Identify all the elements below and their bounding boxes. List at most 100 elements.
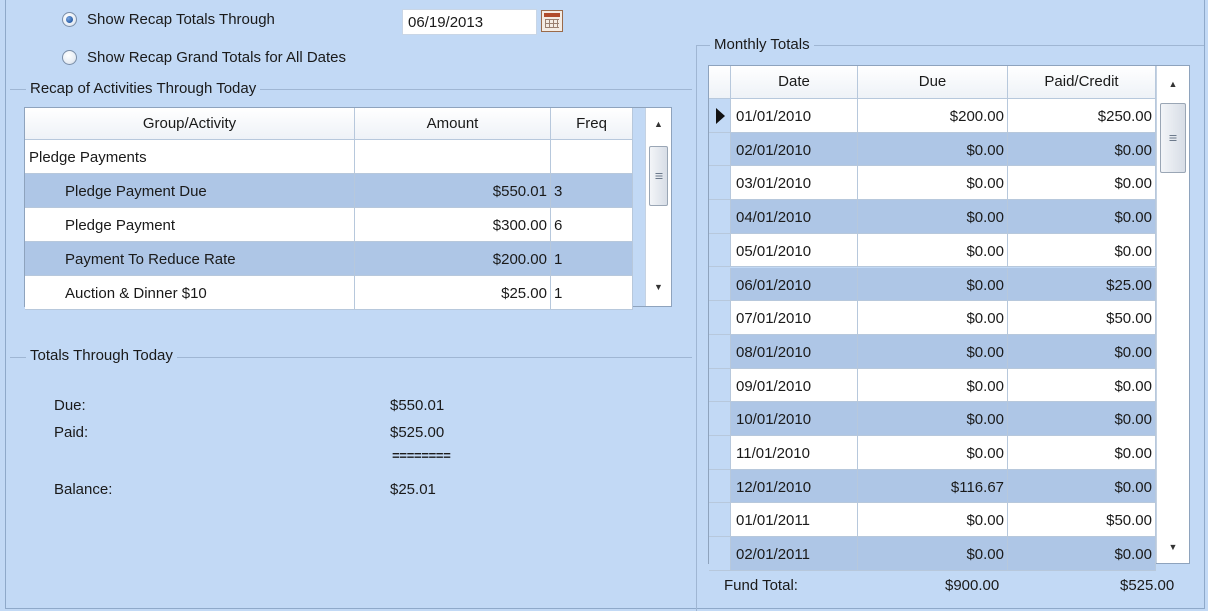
fund-total-paid: $525.00 xyxy=(1120,577,1175,594)
monthly-cell-due: $0.00 xyxy=(858,301,1008,335)
monthly-cell-paid: $0.00 xyxy=(1008,200,1156,234)
scroll-thumb[interactable] xyxy=(1160,103,1186,173)
recap-title: Recap of Activities Through Today xyxy=(26,80,261,97)
monthly-cell-paid: $50.00 xyxy=(1008,503,1156,538)
recap-col-header[interactable]: Group/Activity xyxy=(25,108,355,140)
recap-cell-activity: Pledge Payment Due xyxy=(25,174,355,208)
monthly-cell-date: 08/01/2010 xyxy=(731,334,858,369)
monthly-cell-paid: $250.00 xyxy=(1008,99,1156,133)
row-header[interactable] xyxy=(709,132,731,167)
recap-cell-freq: 3 xyxy=(551,174,633,208)
monthly-cell-paid: $0.00 xyxy=(1008,436,1156,470)
monthly-cell-date: 10/01/2010 xyxy=(731,402,858,436)
balance-label: Balance: xyxy=(54,481,113,498)
monthly-cell-due: $0.00 xyxy=(858,402,1008,436)
monthly-col-header[interactable]: Date xyxy=(731,66,858,99)
scroll-thumb[interactable] xyxy=(649,146,668,206)
grip-icon xyxy=(655,173,662,179)
monthly-cell-date: 09/01/2010 xyxy=(731,368,858,403)
monthly-cell-date: 11/01/2010 xyxy=(731,436,858,470)
due-value: $550.01 xyxy=(390,397,445,414)
monthly-cell-due: $116.67 xyxy=(858,469,1008,504)
recap-cell-freq: 1 xyxy=(551,276,633,310)
monthly-scrollbar[interactable]: ▲ ▼ xyxy=(1156,66,1189,563)
calendar-icon[interactable] xyxy=(541,10,563,32)
recap-through-label: Show Recap Totals Through xyxy=(87,11,275,28)
recap-col-header[interactable]: Freq xyxy=(551,108,633,140)
recap-cell-amount: $200.00 xyxy=(355,242,551,276)
monthly-cell-paid: $0.00 xyxy=(1008,132,1156,167)
monthly-cell-due: $0.00 xyxy=(858,368,1008,403)
monthly-cell-date: 05/01/2010 xyxy=(731,233,858,268)
monthly-cell-date: 01/01/2010 xyxy=(731,99,858,133)
row-header[interactable] xyxy=(709,99,731,133)
recap-cell-activity: Payment To Reduce Rate xyxy=(25,242,355,276)
row-header[interactable] xyxy=(709,334,731,369)
recap-cell-freq: 6 xyxy=(551,208,633,242)
monthly-cell-due: $0.00 xyxy=(858,436,1008,470)
recap-cell-activity: Pledge Payments xyxy=(25,140,355,174)
row-header[interactable] xyxy=(709,402,731,436)
monthly-cell-due: $0.00 xyxy=(858,166,1008,201)
monthly-cell-paid: $0.00 xyxy=(1008,233,1156,268)
row-header[interactable] xyxy=(709,233,731,268)
monthly-cell-date: 01/01/2011 xyxy=(731,503,858,538)
fund-total-label: Fund Total: xyxy=(724,577,798,594)
scroll-down-icon[interactable]: ▼ xyxy=(1157,536,1189,558)
monthly-cell-date: 12/01/2010 xyxy=(731,469,858,504)
row-header[interactable] xyxy=(709,267,731,302)
monthly-cell-date: 07/01/2010 xyxy=(731,301,858,335)
monthly-cell-paid: $0.00 xyxy=(1008,368,1156,403)
monthly-cell-due: $0.00 xyxy=(858,233,1008,268)
monthly-title: Monthly Totals xyxy=(710,36,814,53)
monthly-cell-paid: $0.00 xyxy=(1008,334,1156,369)
recap-cell-freq xyxy=(551,140,633,174)
recap-col-header[interactable]: Amount xyxy=(355,108,551,140)
monthly-cell-date: 02/01/2010 xyxy=(731,132,858,167)
grand-totals-label: Show Recap Grand Totals for All Dates xyxy=(87,49,347,66)
monthly-cell-due: $200.00 xyxy=(858,99,1008,133)
monthly-cell-date: 03/01/2010 xyxy=(731,166,858,201)
grand-totals-option[interactable]: Show Recap Grand Totals for All Dates xyxy=(62,49,346,66)
row-header[interactable] xyxy=(709,469,731,504)
monthly-cell-date: 02/01/2011 xyxy=(731,537,858,571)
recap-date-input[interactable]: 06/19/2013 xyxy=(402,9,537,35)
row-header[interactable] xyxy=(709,436,731,470)
scroll-down-icon[interactable]: ▼ xyxy=(646,276,671,298)
monthly-cell-paid: $0.00 xyxy=(1008,166,1156,201)
row-header[interactable] xyxy=(709,537,731,571)
recap-table: Group/Activity Amount Freq Pledge Payments P… xyxy=(24,107,672,310)
monthly-cell-due: $0.00 xyxy=(858,503,1008,538)
monthly-cell-paid: $50.00 xyxy=(1008,301,1156,335)
row-header[interactable] xyxy=(709,503,731,538)
monthly-cell-due: $0.00 xyxy=(858,537,1008,571)
monthly-cell-date: 04/01/2010 xyxy=(731,200,858,234)
grip-icon xyxy=(1169,135,1177,141)
grand-totals-radio[interactable] xyxy=(62,50,77,65)
recap-cell-amount xyxy=(355,140,551,174)
row-header[interactable] xyxy=(709,166,731,201)
recap-cell-amount: $25.00 xyxy=(355,276,551,310)
totals-title: Totals Through Today xyxy=(26,347,177,364)
recap-through-radio[interactable] xyxy=(62,12,77,27)
row-pointer-icon xyxy=(716,108,725,124)
monthly-cell-paid: $0.00 xyxy=(1008,402,1156,436)
monthly-cell-due: $0.00 xyxy=(858,200,1008,234)
row-header[interactable] xyxy=(709,301,731,335)
monthly-cell-paid: $25.00 xyxy=(1008,267,1156,302)
recap-through-option[interactable]: Show Recap Totals Through xyxy=(62,11,275,28)
monthly-table: Date Due Paid/Credit 01/01/2010 $200.00 $250.… xyxy=(708,65,1190,571)
monthly-col-header[interactable]: Due xyxy=(858,66,1008,99)
monthly-col-header[interactable]: Paid/Credit xyxy=(1008,66,1156,99)
monthly-cell-due: $0.00 xyxy=(858,132,1008,167)
scroll-up-icon[interactable]: ▲ xyxy=(1157,73,1189,95)
row-header[interactable] xyxy=(709,200,731,234)
scroll-up-icon[interactable]: ▲ xyxy=(646,113,671,135)
balance-value: $25.01 xyxy=(390,481,436,498)
monthly-cell-paid: $0.00 xyxy=(1008,537,1156,571)
recap-scrollbar[interactable]: ▲ ▼ xyxy=(645,108,671,306)
monthly-cell-due: $0.00 xyxy=(858,334,1008,369)
fund-total-due: $900.00 xyxy=(945,577,1000,594)
monthly-cell-date: 06/01/2010 xyxy=(731,267,858,302)
row-header[interactable] xyxy=(709,368,731,403)
